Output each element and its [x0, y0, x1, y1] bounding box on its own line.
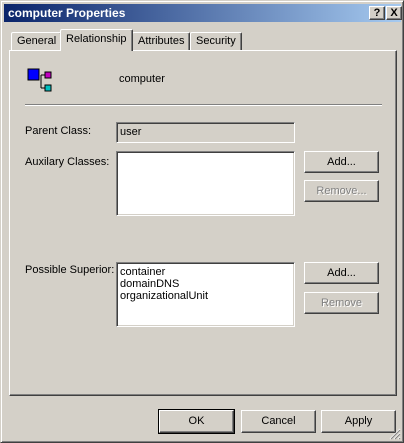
tab-relationship[interactable]: Relationship — [60, 29, 133, 51]
tab-security-label: Security — [196, 35, 236, 47]
properties-dialog: computer Properties ? X General Relation… — [0, 0, 404, 443]
window-title: computer Properties — [8, 6, 126, 20]
tab-attributes[interactable]: Attributes — [132, 32, 191, 50]
cancel-label: Cancel — [261, 415, 296, 427]
relationship-panel — [9, 50, 397, 396]
tab-general-label: General — [17, 35, 57, 47]
resize-grip-icon[interactable] — [389, 428, 401, 440]
help-button[interactable]: ? — [369, 6, 385, 20]
tab-security[interactable]: Security — [190, 32, 242, 50]
apply-button[interactable]: Apply — [321, 410, 396, 433]
close-button[interactable]: X — [386, 6, 402, 20]
ok-label: OK — [188, 415, 205, 427]
tab-relationship-label: Relationship — [66, 33, 127, 45]
tab-attributes-label: Attributes — [138, 35, 185, 47]
title-bar[interactable]: computer Properties ? X — [4, 4, 402, 22]
apply-label: Apply — [344, 415, 373, 427]
ok-button[interactable]: OK — [158, 409, 235, 434]
cancel-button[interactable]: Cancel — [241, 410, 316, 433]
tab-general[interactable]: General — [11, 32, 63, 50]
